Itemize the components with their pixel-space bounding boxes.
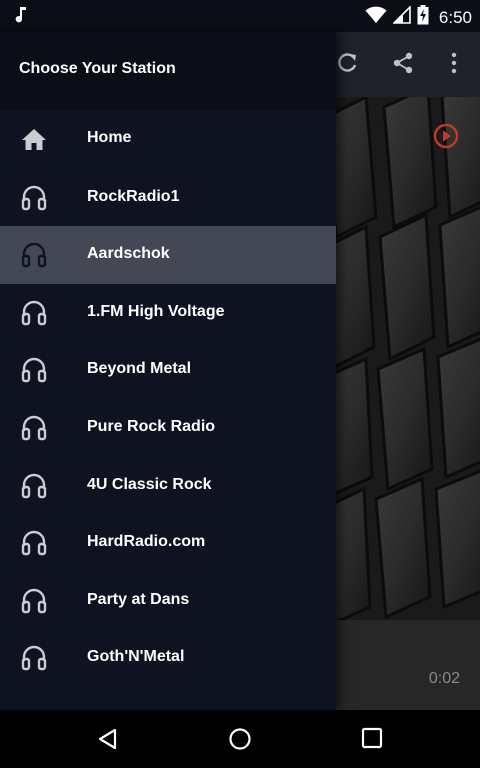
station-artwork [336,97,480,620]
menu-item-label: RockRadio1 [87,187,180,205]
menu-item-station[interactable]: HardRadio.com [0,514,336,572]
recents-icon[interactable] [361,727,383,754]
share-icon[interactable] [392,52,414,79]
menu-item-station[interactable]: 4U Classic Rock [0,457,336,515]
menu-item-label: HardRadio.com [87,533,206,551]
headphones-icon [21,185,47,211]
refresh-icon[interactable] [336,52,358,79]
menu-item-station[interactable]: Goth'N'Metal [0,629,336,687]
drawer-header: Choose Your Station [0,32,336,111]
headphones-icon [21,300,47,326]
more-vert-icon[interactable] [448,52,460,79]
headphones-icon [21,357,47,383]
home-icon [21,127,47,153]
headphones-icon [21,473,47,499]
menu-item-station-selected[interactable]: Aardschok [0,226,336,284]
menu-item-station[interactable]: Pure Rock Radio [0,399,336,457]
system-nav-bar [0,710,480,768]
battery-charging-icon [417,5,429,30]
menu-item-label: Pure Rock Radio [87,417,216,435]
menu-item-station[interactable]: RockRadio1 [0,169,336,227]
navigation-drawer: Choose Your Station Home RockRadio1 Aard… [0,32,336,710]
play-circle-icon[interactable] [432,122,460,155]
menu-item-label: Party at Dans [87,590,190,608]
menu-item-label: 1.FM High Voltage [87,302,225,320]
menu-item-station[interactable]: 1.FM High Voltage [0,284,336,342]
menu-item-station[interactable]: Beyond Metal [0,341,336,399]
headphones-icon [21,242,47,268]
player-bar: 0:02 [336,620,480,710]
menu-item-label: 4U Classic Rock [87,475,212,493]
menu-item-home[interactable]: Home [0,111,336,169]
status-bar: 6:50 [0,0,480,32]
home-circle-icon[interactable] [228,727,252,756]
headphones-icon [21,530,47,556]
app-toolbar [336,32,480,97]
menu-item-station[interactable]: Party at Dans [0,572,336,630]
headphones-icon [21,415,47,441]
menu-item-label: Home [87,129,132,146]
menu-item-label: Goth'N'Metal [87,648,185,666]
elapsed-time: 0:02 [428,670,460,687]
back-icon[interactable] [96,727,120,756]
clock: 6:50 [438,7,472,27]
station-list: Home RockRadio1 Aardschok 1.FM High Volt… [0,111,336,687]
wifi-icon [365,6,387,29]
signal-icon [391,5,411,29]
music-note-icon [14,6,28,29]
menu-item-label: Beyond Metal [87,360,192,378]
headphones-icon [21,588,47,614]
menu-item-label: Aardschok [87,245,170,263]
headphones-icon [21,645,47,671]
drawer-title: Choose Your Station [19,60,176,77]
